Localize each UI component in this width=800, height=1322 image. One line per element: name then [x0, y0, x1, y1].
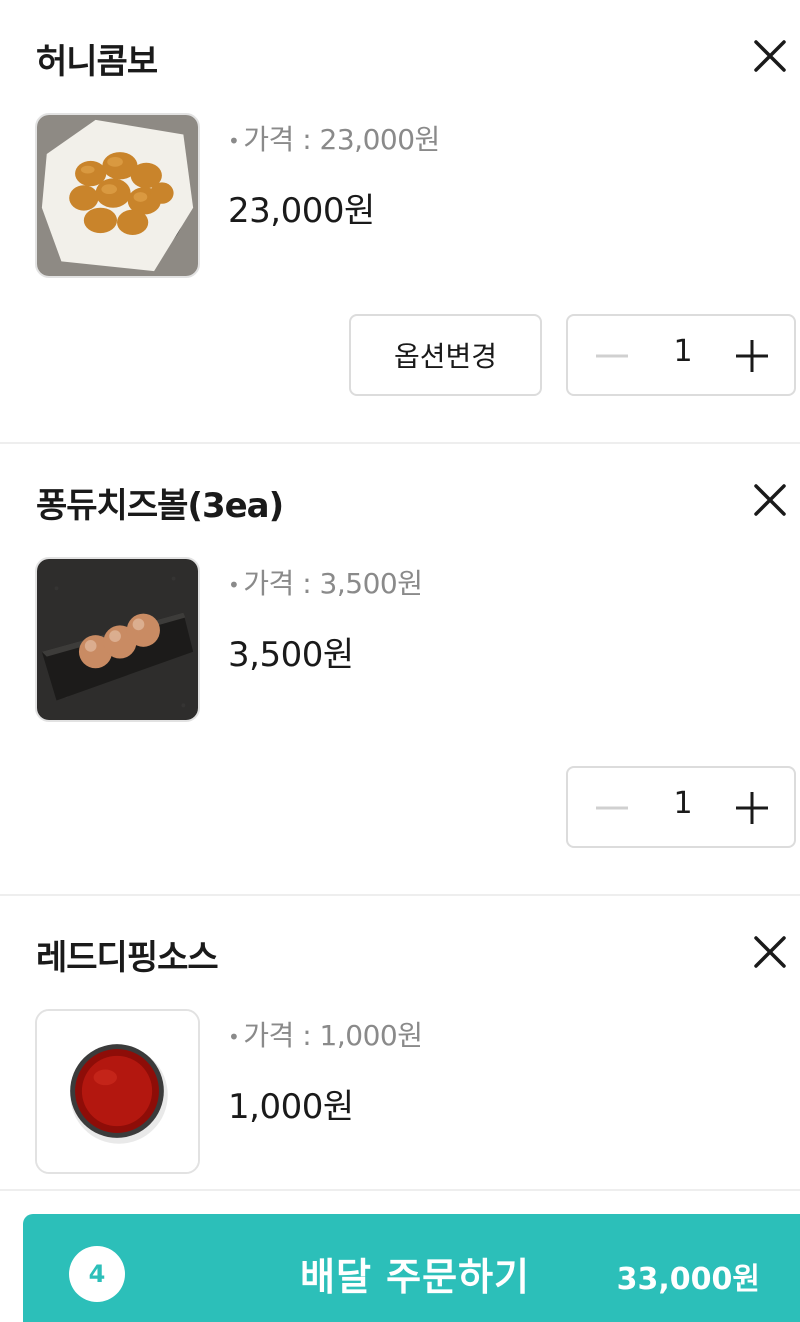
delivery-order-button[interactable]: 4 배달 주문하기 33,000원	[23, 1214, 800, 1322]
bullet-icon: •	[228, 129, 240, 153]
order-total-price: 33,000원	[616, 1262, 760, 1297]
decrease-quantity-button[interactable]	[594, 338, 630, 374]
plus-icon	[736, 792, 768, 824]
item-name: 레드디핑소스	[36, 938, 219, 978]
unit-price-label: • 가격 : 3,500원	[228, 567, 423, 600]
item-name: 퐁듀치즈볼(3ea)	[36, 486, 284, 526]
remove-item-button[interactable]	[748, 34, 792, 78]
item-image	[35, 113, 200, 278]
unit-price-label: • 가격 : 1,000원	[228, 1019, 423, 1052]
red-sauce-image	[37, 1011, 198, 1172]
quantity-value: 1	[673, 334, 693, 369]
minus-icon	[596, 354, 628, 358]
close-icon	[754, 936, 786, 968]
decrease-quantity-button[interactable]	[594, 790, 630, 826]
fried-chicken-image	[37, 115, 198, 276]
quantity-stepper: 1	[566, 314, 796, 396]
order-button-label: 배달 주문하기	[300, 1255, 530, 1299]
remove-item-button[interactable]	[748, 930, 792, 974]
plus-icon	[736, 340, 768, 372]
close-icon	[754, 484, 786, 516]
minus-icon	[596, 806, 628, 810]
quantity-value: 1	[673, 786, 693, 821]
bullet-icon: •	[228, 573, 240, 597]
cart-item: 허니콤보 • 가격: 23,000원 23,000원 옵션변경 1	[0, 0, 800, 444]
item-total-price: 23,000원	[228, 191, 375, 231]
cheese-balls-image	[37, 559, 198, 720]
remove-item-button[interactable]	[748, 478, 792, 522]
cart-item: 레드디핑소스 • 가격 : 1,000원 1,000원	[0, 896, 800, 1196]
item-image	[35, 1009, 200, 1174]
bullet-icon: •	[228, 1025, 240, 1049]
item-total-price: 3,500원	[228, 635, 354, 675]
cart-count-badge: 4	[69, 1246, 125, 1302]
quantity-stepper: 1	[566, 766, 796, 848]
item-total-price: 1,000원	[228, 1087, 354, 1127]
increase-quantity-button[interactable]	[734, 338, 770, 374]
cart-item: 퐁듀치즈볼(3ea) • 가격 : 3,500원 3,500원 1	[0, 444, 800, 896]
close-icon	[754, 40, 786, 72]
item-name: 허니콤보	[36, 42, 158, 82]
unit-price-label: • 가격 : 23,000원	[228, 123, 440, 156]
change-options-button[interactable]: 옵션변경	[349, 314, 542, 396]
increase-quantity-button[interactable]	[734, 790, 770, 826]
item-image	[35, 557, 200, 722]
divider	[0, 1189, 800, 1191]
